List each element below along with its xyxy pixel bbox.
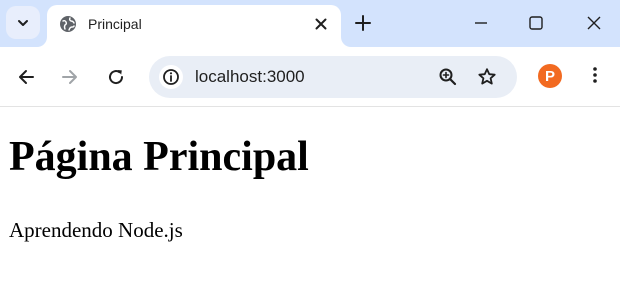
tab-strip: Principal [0,0,620,47]
chevron-down-icon [18,19,28,26]
tab-principal[interactable]: Principal [47,5,341,47]
address-bar[interactable]: localhost:3000 [149,56,517,98]
extension-avatar-icon[interactable]: P [538,64,562,88]
tab-title: Principal [88,16,142,32]
url-text[interactable]: localhost:3000 [195,67,305,87]
extension-letter: P [544,67,555,85]
reload-icon[interactable] [106,67,126,87]
toolbar: localhost:3000 P [0,47,620,107]
minimize-icon[interactable] [473,15,489,31]
more-vertical-icon[interactable] [585,65,605,85]
tab-search-button[interactable] [6,6,40,39]
info-icon [163,69,179,85]
zoom-in-icon[interactable] [438,67,458,87]
back-arrow-icon[interactable] [16,67,36,87]
forward-arrow-icon[interactable] [60,67,80,87]
maximize-icon[interactable] [528,15,544,31]
page-heading: Página Principal [9,134,309,180]
globe-icon [60,16,76,32]
star-icon[interactable] [477,67,497,87]
page-paragraph: Aprendendo Node.js [9,218,183,242]
site-info-button[interactable] [159,65,183,89]
close-icon[interactable] [313,16,329,32]
plus-icon[interactable] [354,14,372,32]
close-window-icon[interactable] [586,15,602,31]
